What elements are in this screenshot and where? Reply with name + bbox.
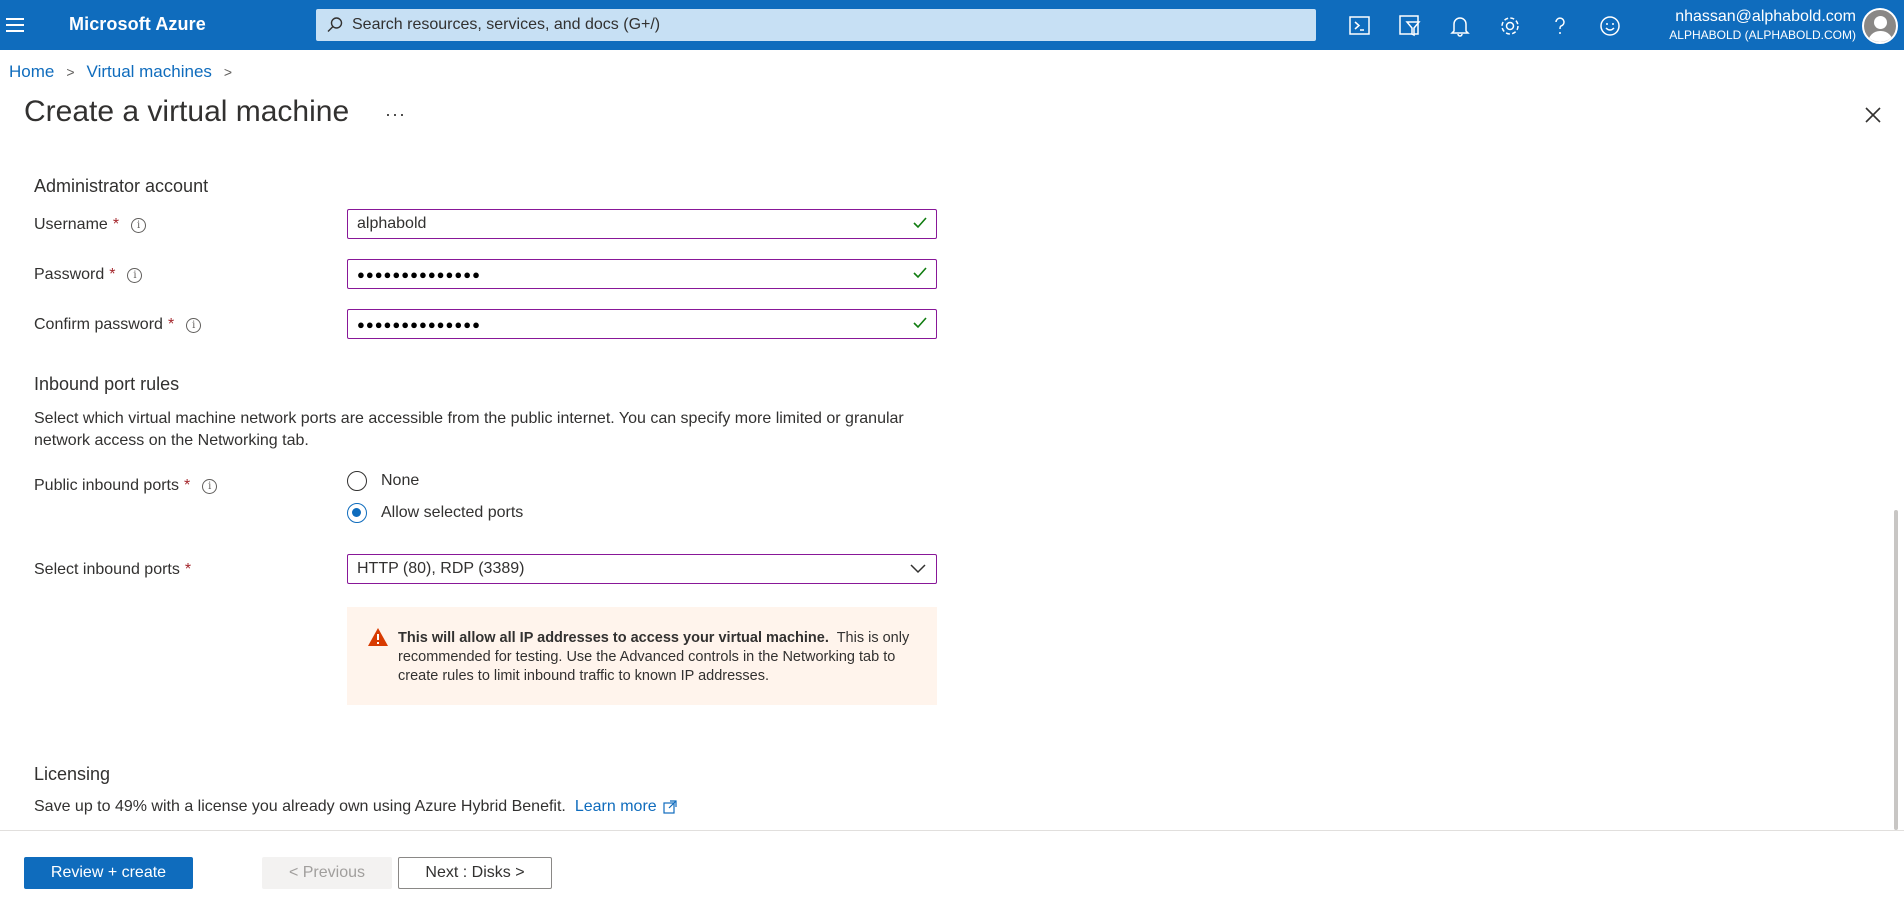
top-bar: Microsoft Azure nhassan@alphabold.com AL… (0, 0, 1904, 50)
licensing-description: Save up to 49% with a license you alread… (34, 798, 566, 815)
required-marker: * (183, 477, 191, 494)
info-icon[interactable]: i (202, 478, 218, 494)
breadcrumb-home[interactable]: Home (9, 62, 54, 82)
required-marker: * (167, 316, 175, 333)
radio-allow-selected-ports-button[interactable] (347, 503, 367, 523)
username-label-text: Username (34, 216, 108, 233)
radio-none-label: None (381, 472, 420, 489)
info-icon[interactable]: i (186, 317, 202, 333)
more-options-icon[interactable]: ··· (385, 104, 406, 125)
valid-check-icon (913, 217, 927, 229)
breadcrumb-virtual-machines[interactable]: Virtual machines (87, 62, 212, 82)
brand-title[interactable]: Microsoft Azure (69, 14, 206, 35)
username-label: Username * i (34, 216, 147, 234)
radio-none-button[interactable] (347, 471, 367, 491)
public-inbound-ports-label-text: Public inbound ports (34, 477, 179, 494)
password-label: Password * i (34, 266, 143, 284)
required-marker: * (109, 266, 116, 283)
help-icon[interactable] (1547, 13, 1573, 39)
user-email: nhassan@alphabold.com (1675, 8, 1856, 25)
next-disks-button[interactable]: Next : Disks > (398, 857, 552, 889)
confirm-password-label: Confirm password * i (34, 316, 202, 334)
confirm-password-masked-value[interactable]: ●●●●●●●●●●●●●● (348, 317, 481, 332)
inbound-description: Select which virtual machine network por… (34, 410, 904, 449)
cloud-shell-icon[interactable] (1347, 13, 1373, 39)
scrollbar[interactable] (1894, 165, 1900, 830)
inbound-ports-selected-value: HTTP (80), RDP (3389) (357, 560, 525, 577)
page-title: Create a virtual machine (24, 95, 350, 128)
learn-more-link[interactable]: Learn more (575, 798, 657, 816)
notifications-bell-icon[interactable] (1447, 13, 1473, 39)
valid-check-icon (913, 267, 927, 279)
select-inbound-ports-label-text: Select inbound ports (34, 561, 180, 578)
wizard-footer: Review + create < Previous Next : Disks … (0, 830, 1904, 910)
chevron-down-icon (910, 564, 926, 574)
confirm-password-label-text: Confirm password (34, 316, 163, 333)
radio-none[interactable]: None (347, 471, 419, 491)
required-marker: * (184, 561, 192, 578)
warning-bold-text: This will allow all IP addresses to acce… (398, 630, 829, 646)
global-search[interactable] (316, 9, 1316, 41)
warning-text: This will allow all IP addresses to acce… (398, 629, 918, 686)
warning-message-bar: This will allow all IP addresses to acce… (347, 607, 937, 705)
username-field[interactable] (347, 209, 937, 239)
valid-check-icon (913, 317, 927, 329)
required-marker: * (112, 216, 120, 233)
settings-gear-icon[interactable] (1497, 13, 1523, 39)
search-input[interactable] (352, 9, 1292, 41)
external-link-icon[interactable] (663, 800, 677, 814)
admin-account-heading: Administrator account (34, 176, 209, 196)
licensing-text: Save up to 49% with a license you alread… (34, 798, 677, 816)
password-field[interactable]: ●●●●●●●●●●●●●● (347, 259, 937, 289)
confirm-password-field[interactable]: ●●●●●●●●●●●●●● (347, 309, 937, 339)
password-label-text: Password (34, 266, 105, 283)
radio-allow-selected-ports-label: Allow selected ports (381, 504, 524, 521)
review-create-button[interactable]: Review + create (24, 857, 193, 889)
radio-allow-selected-ports[interactable]: Allow selected ports (347, 503, 523, 523)
warning-icon (368, 628, 388, 646)
breadcrumb: Home > Virtual machines > (9, 62, 244, 82)
scrollbar-thumb[interactable] (1894, 510, 1898, 830)
chevron-right-icon: > (66, 64, 75, 80)
public-inbound-ports-label: Public inbound ports * i (34, 477, 218, 495)
chevron-right-icon: > (223, 64, 233, 80)
portal-menu-icon[interactable] (6, 14, 30, 36)
close-icon[interactable] (1862, 104, 1884, 126)
info-icon[interactable]: i (131, 217, 147, 233)
search-icon (327, 17, 343, 32)
account-info[interactable]: nhassan@alphabold.com ALPHABOLD (ALPHABO… (1640, 8, 1856, 42)
licensing-heading: Licensing (34, 764, 111, 784)
feedback-smiley-icon[interactable] (1597, 13, 1623, 39)
inbound-ports-dropdown[interactable]: HTTP (80), RDP (3389) (347, 554, 937, 584)
info-icon[interactable]: i (127, 267, 143, 283)
avatar[interactable] (1862, 8, 1898, 44)
select-inbound-ports-label: Select inbound ports * (34, 561, 191, 579)
directory-filter-icon[interactable] (1397, 13, 1423, 39)
previous-button: < Previous (262, 857, 392, 889)
password-masked-value[interactable]: ●●●●●●●●●●●●●● (348, 267, 481, 282)
user-tenant: ALPHABOLD (ALPHABOLD.COM) (1669, 28, 1856, 42)
inbound-port-rules-heading: Inbound port rules (34, 374, 180, 394)
username-input[interactable] (348, 210, 888, 238)
